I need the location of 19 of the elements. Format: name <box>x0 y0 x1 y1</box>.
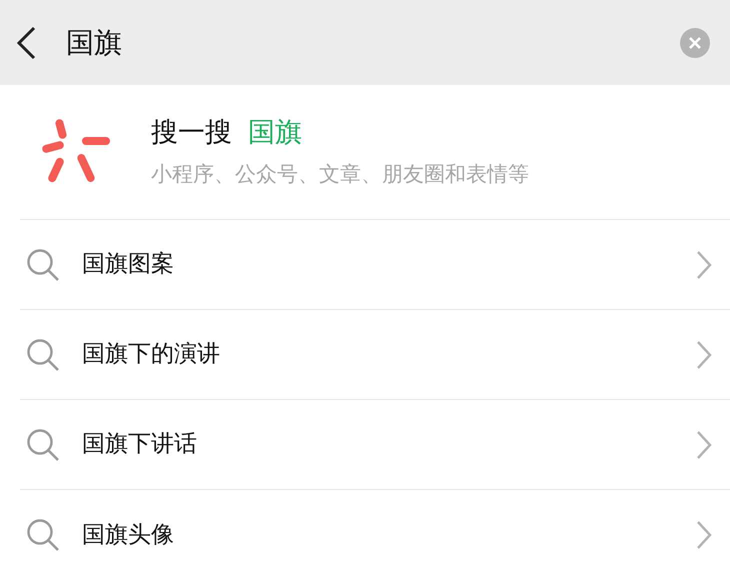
search-query: 国旗 <box>248 116 302 150</box>
search-one-title: 搜一搜 <box>151 116 232 150</box>
suggestion-text[interactable]: 国旗下的演讲 <box>82 337 696 372</box>
suggestion-text[interactable]: 国旗下讲话 <box>82 427 696 462</box>
search-icon <box>26 338 60 372</box>
search-text[interactable]: 国旗 <box>66 26 122 58</box>
suggestion-text[interactable]: 国旗图案 <box>82 247 696 282</box>
search-one-subtitle: 小程序、公众号、文章、朋友圈和表情等 <box>151 161 529 188</box>
search-icon <box>26 518 60 552</box>
chevron-icon[interactable] <box>696 430 712 460</box>
clear-icon[interactable] <box>680 28 710 58</box>
logo-icon <box>42 119 112 185</box>
chevron-icon[interactable] <box>696 520 712 550</box>
search-icon <box>26 428 60 462</box>
search-icon <box>26 248 60 282</box>
back-icon[interactable] <box>14 26 38 60</box>
chevron-icon[interactable] <box>696 250 712 280</box>
suggestion-text[interactable]: 国旗头像 <box>82 518 696 552</box>
chevron-icon[interactable] <box>696 340 712 370</box>
